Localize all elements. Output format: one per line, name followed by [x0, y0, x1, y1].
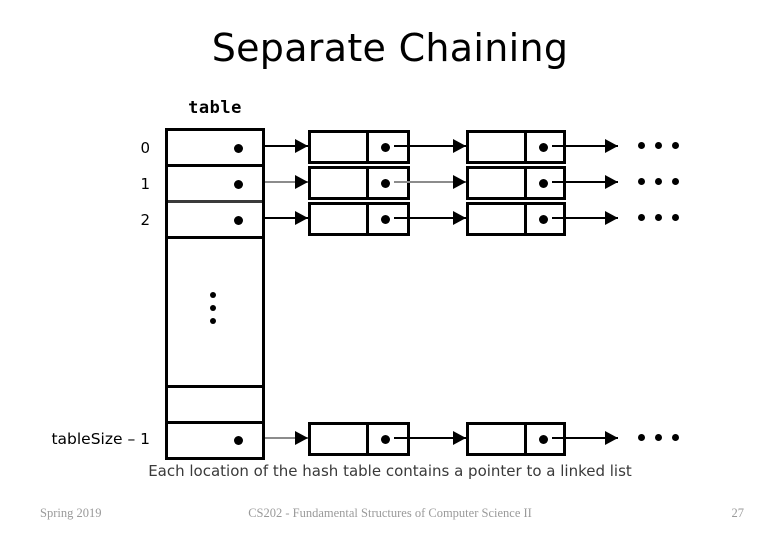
node-data-cell [469, 205, 527, 233]
arrow-head-rowlast-2 [605, 431, 618, 445]
row-index-tablesize-minus-1: tableSize – 1 [51, 430, 150, 448]
slot-pointer-dot [234, 436, 243, 445]
node-pointer-cell [369, 425, 407, 453]
horizontal-ellipsis-row2 [638, 214, 684, 222]
slot-divider [168, 164, 262, 167]
list-node-row0-1 [466, 130, 566, 164]
list-node-rowlast-0 [308, 422, 410, 456]
list-node-row1-1 [466, 166, 566, 200]
list-node-row0-0 [308, 130, 410, 164]
diagram-caption: Each location of the hash table contains… [148, 462, 632, 480]
node-pointer-cell [527, 169, 563, 197]
node-data-cell [311, 169, 369, 197]
list-node-row1-0 [308, 166, 410, 200]
node-pointer-dot [539, 434, 548, 444]
node-pointer-dot [539, 142, 548, 152]
arrow-head-row2-1 [453, 211, 466, 225]
node-data-cell [469, 133, 527, 161]
slot-pointer-dot [234, 180, 243, 189]
node-pointer-dot [539, 214, 548, 224]
footer-page-number: 27 [731, 506, 745, 520]
list-node-row2-1 [466, 202, 566, 236]
node-pointer-cell [369, 205, 407, 233]
node-data-cell [469, 425, 527, 453]
node-pointer-dot [381, 214, 390, 224]
node-data-cell [311, 205, 369, 233]
arrow-head-row1-1 [453, 175, 466, 189]
list-node-rowlast-1 [466, 422, 566, 456]
row-index-2: 2 [140, 211, 150, 229]
node-data-cell [311, 425, 369, 453]
node-pointer-cell [527, 133, 563, 161]
arrow-head-rowlast-0 [295, 431, 308, 445]
list-node-row2-0 [308, 202, 410, 236]
horizontal-ellipsis-row1 [638, 178, 684, 186]
row-index-1: 1 [140, 175, 150, 193]
slot-pointer-dot [234, 144, 243, 153]
arrow-head-row2-2 [605, 211, 618, 225]
separate-chaining-diagram: table 0 1 2 tableSize – 1 [0, 0, 780, 500]
node-pointer-dot [381, 434, 390, 444]
slot-divider [168, 200, 262, 203]
arrow-head-row0-0 [295, 139, 308, 153]
node-pointer-dot [539, 178, 548, 188]
node-pointer-cell [527, 425, 563, 453]
node-pointer-dot [381, 142, 390, 152]
node-data-cell [469, 169, 527, 197]
slide-footer: Spring 2019 CS202 - Fundamental Structur… [0, 506, 780, 528]
slide-canvas: Separate Chaining table 0 1 2 tableSize … [0, 0, 780, 540]
node-data-cell [311, 133, 369, 161]
table-array-label: table [188, 98, 242, 118]
arrow-head-row1-2 [605, 175, 618, 189]
arrow-head-rowlast-1 [453, 431, 466, 445]
footer-course: CS202 - Fundamental Structures of Comput… [248, 506, 532, 520]
horizontal-ellipsis-row0 [638, 142, 684, 150]
horizontal-ellipsis-rowlast [638, 434, 684, 442]
slot-divider [168, 385, 262, 388]
arrow-head-row1-0 [295, 175, 308, 189]
node-pointer-cell [369, 133, 407, 161]
arrow-head-row0-1 [453, 139, 466, 153]
slot-divider [168, 236, 262, 239]
node-pointer-cell [369, 169, 407, 197]
row-index-0: 0 [140, 139, 150, 157]
vertical-ellipsis-icon [210, 292, 220, 326]
arrow-head-row0-2 [605, 139, 618, 153]
slot-pointer-dot [234, 216, 243, 225]
node-pointer-cell [527, 205, 563, 233]
slot-divider [168, 421, 262, 424]
node-pointer-dot [381, 178, 390, 188]
arrow-head-row2-0 [295, 211, 308, 225]
